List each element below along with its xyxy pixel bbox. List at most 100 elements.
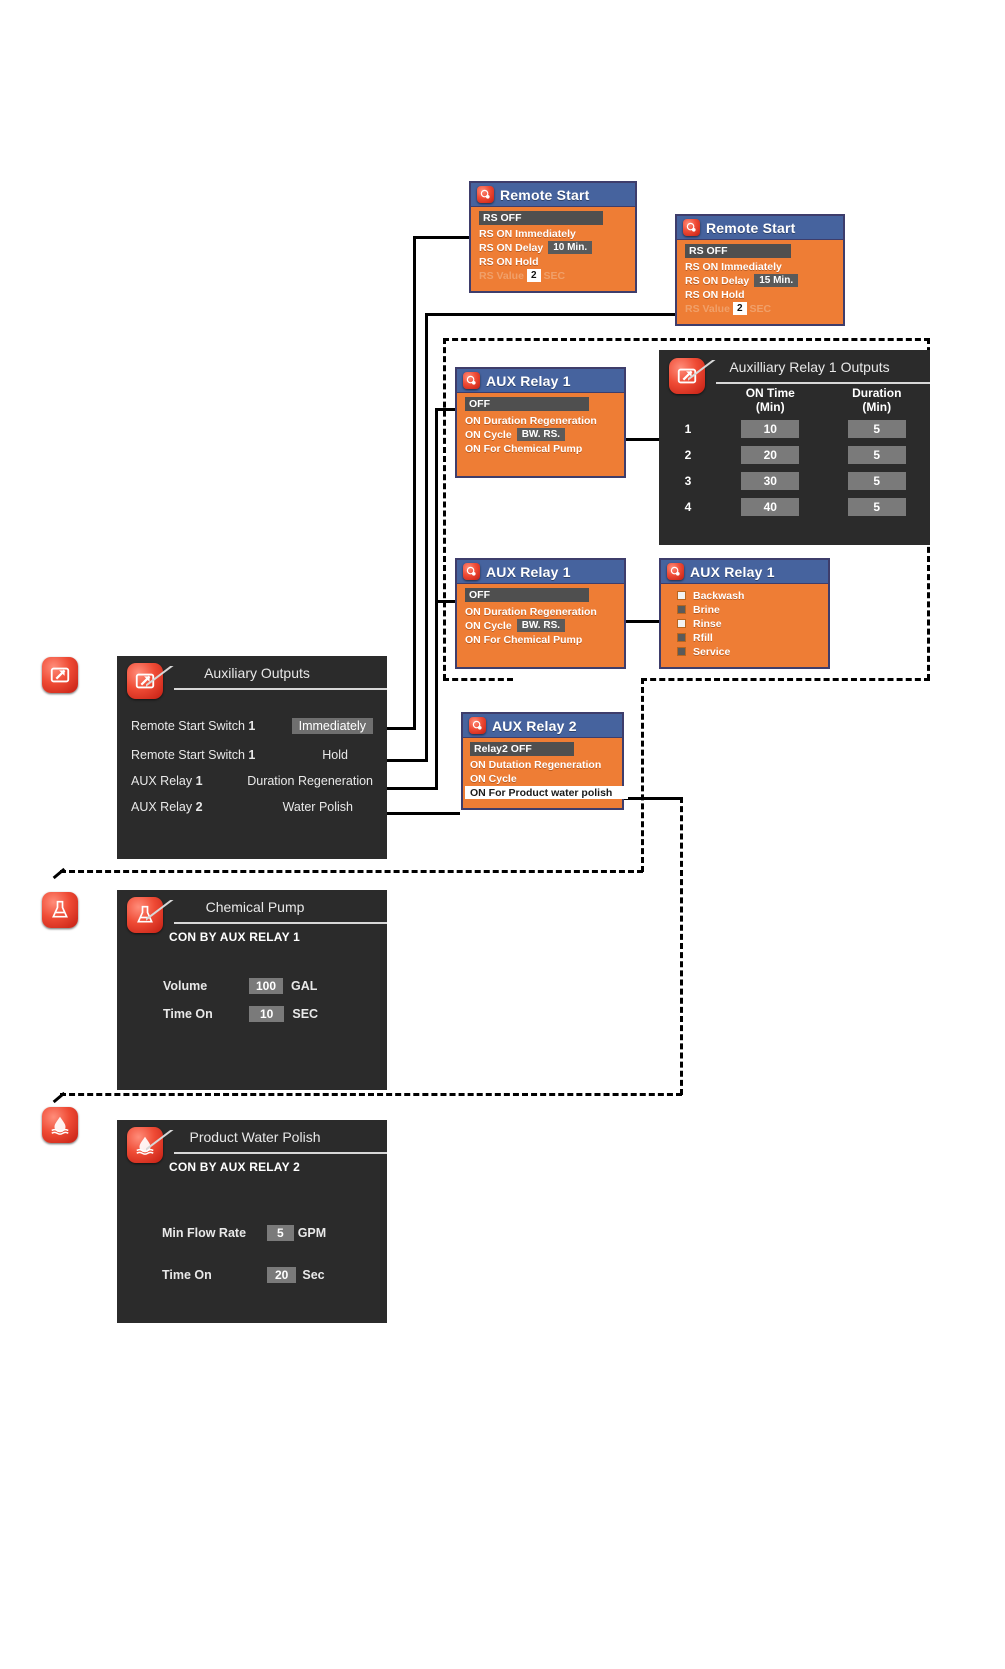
- flask-icon-standalone: [42, 892, 78, 928]
- auxiliary-outputs-body: Remote Start Switch 1 Immediately Remote…: [117, 690, 387, 820]
- duration-field[interactable]: 5: [847, 472, 906, 490]
- aux-out-value-aux2[interactable]: Water Polish: [283, 800, 353, 814]
- rs2-value-row[interactable]: RS Value 2 SEC: [685, 302, 838, 315]
- tab-underline: [174, 688, 387, 690]
- aux-out-value-immediately[interactable]: Immediately: [291, 718, 373, 734]
- polish-field-minflow[interactable]: Min Flow Rate 5 GPM: [162, 1212, 387, 1254]
- aux-relay-1-panel-b[interactable]: AUX Relay 1 OFF ON Duration Regeneration…: [455, 558, 626, 669]
- rs1-option-immediately[interactable]: RS ON Immediately: [479, 227, 630, 240]
- aux-out-row-rs1-hold[interactable]: Remote Start Switch 1 Hold: [131, 742, 373, 768]
- connector-cycles-panel: [626, 620, 659, 623]
- aux2-option-duration[interactable]: ON Dutation Regeneration: [470, 758, 617, 771]
- aux-relay-1-cycles-panel[interactable]: AUX Relay 1 Backwash Brine Rinse Rfill S…: [659, 558, 830, 669]
- tab-slope: [688, 360, 718, 382]
- rs2-value-field[interactable]: 2: [732, 302, 747, 315]
- rs2-option-delay[interactable]: RS ON Delay 15 Min.: [685, 274, 838, 287]
- aux-out-row-aux2[interactable]: AUX Relay 2 Water Polish: [131, 794, 373, 820]
- aux-relay-1-outputs-panel: Auxilliary Relay 1 Outputs ON Time (Min)…: [659, 350, 930, 545]
- aux-relay-1-panel-a[interactable]: AUX Relay 1 OFF ON Duration Regeneration…: [455, 367, 626, 478]
- aux-relay-icon: [469, 717, 486, 734]
- col-ontime-header: ON Time (Min): [745, 386, 795, 414]
- aux1a-option-cycle[interactable]: ON Cycle BW. RS.: [465, 428, 619, 441]
- duration-field[interactable]: 5: [847, 446, 906, 464]
- connector-rs2-tip: [425, 313, 675, 316]
- chemical-pump-subtitle: CON BY AUX RELAY 1: [169, 930, 300, 944]
- dashed-group-top: [443, 338, 930, 341]
- aux-relay-1-cycles-body: Backwash Brine Rinse Rfill Service: [661, 584, 828, 664]
- checkbox-rfill[interactable]: [677, 633, 686, 642]
- rs1-delay-value[interactable]: 10 Min.: [548, 241, 593, 254]
- aux1b-option-off[interactable]: OFF: [465, 588, 589, 602]
- aux1a-option-duration[interactable]: ON Duration Regeneration: [465, 414, 619, 427]
- ontime-field[interactable]: 30: [741, 472, 800, 490]
- rs2-delay-value[interactable]: 15 Min.: [754, 274, 799, 287]
- chem-field-timeon[interactable]: Time On 10 SEC: [163, 1000, 387, 1028]
- aux1b-option-duration[interactable]: ON Duration Regeneration: [465, 605, 619, 618]
- checkbox-brine[interactable]: [677, 605, 686, 614]
- cycle-item-service[interactable]: Service: [669, 645, 823, 658]
- cycle-item-rfill[interactable]: Rfill: [669, 631, 823, 644]
- remote-start-panel-2[interactable]: Remote Start RS OFF RS ON Immediately RS…: [675, 214, 845, 326]
- aux-relay-icon: [463, 372, 480, 389]
- duration-field[interactable]: 5: [847, 498, 906, 516]
- aux-out-value-hold[interactable]: Hold: [322, 748, 348, 762]
- checkbox-backwash[interactable]: [677, 591, 686, 600]
- aux1b-option-chempump[interactable]: ON For Chemical Pump: [465, 633, 619, 646]
- connector-polish-horizontal: [624, 797, 682, 800]
- dashed-group-bottom-left: [443, 678, 513, 681]
- auxiliary-outputs-header: Auxiliary Outputs: [117, 656, 387, 699]
- polish-field-timeon[interactable]: Time On 20 Sec: [162, 1254, 387, 1296]
- remote-start-icon: [683, 219, 700, 236]
- chem-volume-value[interactable]: 100: [249, 978, 284, 994]
- rs1-option-off[interactable]: RS OFF: [479, 211, 603, 225]
- rs1-option-hold[interactable]: RS ON Hold: [479, 255, 630, 268]
- cycle-item-brine[interactable]: Brine: [669, 603, 823, 616]
- aux2-option-polish[interactable]: ON For Product water polish: [465, 786, 628, 799]
- aux-outputs-table: ON Time (Min) Duration (Min) 1 10 5 2 20…: [659, 384, 930, 520]
- aux-relay-1a-body: OFF ON Duration Regeneration ON Cycle BW…: [457, 393, 624, 461]
- ontime-field[interactable]: 10: [741, 420, 800, 438]
- rs2-option-hold[interactable]: RS ON Hold: [685, 288, 838, 301]
- rs1-value-field[interactable]: 2: [526, 269, 541, 282]
- tab-underline: [716, 382, 930, 384]
- aux1a-option-chempump[interactable]: ON For Chemical Pump: [465, 442, 619, 455]
- dashed-chempump-horizontal: [60, 870, 643, 873]
- aux-relay-2-header: AUX Relay 2: [463, 714, 622, 738]
- table-row: 3 30 5: [659, 468, 930, 494]
- checkbox-rinse[interactable]: [677, 619, 686, 628]
- row-index: 4: [684, 500, 692, 514]
- aux1a-cycle-value[interactable]: BW. RS.: [516, 428, 566, 441]
- polish-timeon-value[interactable]: 20: [267, 1267, 297, 1283]
- remote-start-panel-1[interactable]: Remote Start RS OFF RS ON Immediately RS…: [469, 181, 637, 293]
- aux1a-option-off[interactable]: OFF: [465, 397, 589, 411]
- aux1b-cycle-value[interactable]: BW. RS.: [516, 619, 566, 632]
- connector-rs2-vertical: [425, 313, 428, 762]
- rs1-value-row[interactable]: RS Value 2 SEC: [479, 269, 630, 282]
- aux2-option-off[interactable]: Relay2 OFF: [470, 742, 574, 756]
- aux-relay-1-cycles-header: AUX Relay 1: [661, 560, 828, 584]
- rs2-option-off[interactable]: RS OFF: [685, 244, 791, 258]
- cycle-item-rinse[interactable]: Rinse: [669, 617, 823, 630]
- checkbox-service[interactable]: [677, 647, 686, 656]
- aux-relay-icon: [667, 563, 684, 580]
- duration-field[interactable]: 5: [847, 420, 906, 438]
- aux2-option-cycle[interactable]: ON Cycle: [470, 772, 617, 785]
- chem-timeon-value[interactable]: 10: [249, 1006, 285, 1022]
- cycle-item-backwash[interactable]: Backwash: [669, 589, 823, 602]
- ontime-field[interactable]: 40: [741, 498, 800, 516]
- connector-rs1-tip: [413, 236, 469, 239]
- aux1b-option-cycle[interactable]: ON Cycle BW. RS.: [465, 619, 619, 632]
- aux-out-value-aux1[interactable]: Duration Regeneration: [247, 774, 373, 788]
- aux-relay-2-panel[interactable]: AUX Relay 2 Relay2 OFF ON Dutation Regen…: [461, 712, 628, 810]
- rs1-option-delay[interactable]: RS ON Delay 10 Min.: [479, 241, 630, 254]
- row-index: 2: [684, 448, 692, 462]
- rs2-option-immediately[interactable]: RS ON Immediately: [685, 260, 838, 273]
- dashed-group-left: [443, 338, 446, 680]
- chem-field-volume[interactable]: Volume 100 GAL: [163, 972, 387, 1000]
- aux-out-row-rs1-immediately[interactable]: Remote Start Switch 1 Immediately: [131, 710, 373, 742]
- polish-minflow-value[interactable]: 5: [267, 1225, 294, 1241]
- aux-out-row-aux1[interactable]: AUX Relay 1 Duration Regeneration: [131, 768, 373, 794]
- remote-start-1-header: Remote Start: [471, 183, 635, 207]
- aux-relay-1b-title: AUX Relay 1: [486, 563, 571, 580]
- ontime-field[interactable]: 20: [741, 446, 800, 464]
